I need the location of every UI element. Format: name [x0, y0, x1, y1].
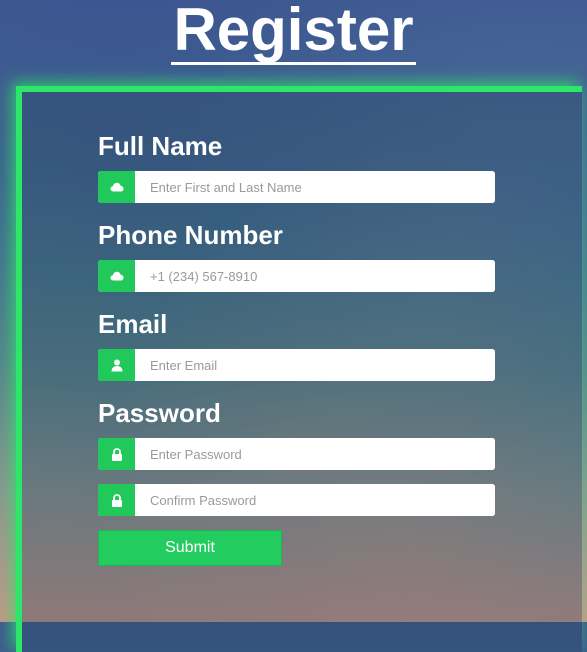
submit-button[interactable]: Submit	[98, 530, 282, 566]
lock-icon	[98, 438, 135, 470]
user-icon	[98, 349, 135, 381]
full-name-label: Full Name	[98, 131, 223, 161]
password-label: Password	[98, 398, 221, 428]
full-name-input[interactable]	[135, 171, 495, 203]
phone-number-label: Phone Number	[98, 220, 283, 250]
cloud-icon	[98, 260, 135, 292]
password-input[interactable]	[135, 438, 495, 470]
cloud-icon	[98, 171, 135, 203]
email-field	[98, 349, 495, 381]
lock-icon	[98, 484, 135, 516]
phone-number-field	[98, 260, 495, 292]
email-label: Email	[98, 309, 168, 339]
password-field	[98, 438, 495, 470]
phone-number-input[interactable]	[135, 260, 495, 292]
page-title-text: Register	[171, 0, 416, 65]
page-title: Register	[0, 0, 587, 65]
full-name-field	[98, 171, 495, 203]
confirm-password-input[interactable]	[135, 484, 495, 516]
email-input[interactable]	[135, 349, 495, 381]
confirm-password-field	[98, 484, 495, 516]
